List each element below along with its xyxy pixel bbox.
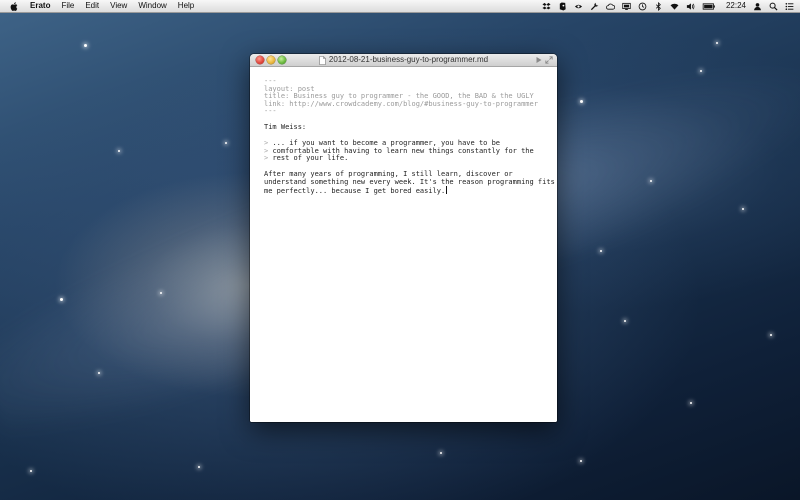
front-matter: --- layout: post title: Business guy to … xyxy=(264,77,549,116)
star xyxy=(650,180,652,182)
spotlight-icon[interactable] xyxy=(769,2,778,11)
front-matter-line: --- xyxy=(264,107,277,116)
menu-window[interactable]: Window xyxy=(138,0,166,12)
menubar-clock[interactable]: 22:24 xyxy=(726,0,746,12)
wifi-icon[interactable] xyxy=(670,2,679,11)
fullscreen-icon[interactable] xyxy=(545,56,553,64)
notification-center-icon[interactable] xyxy=(785,2,794,11)
apple-menu-icon[interactable] xyxy=(9,1,18,11)
battery-icon[interactable] xyxy=(702,2,716,11)
author-text: Tim Weiss: xyxy=(264,123,307,131)
window-title-area: 2012-08-21-business-guy-to-programmer.md xyxy=(250,54,557,66)
star xyxy=(580,100,583,103)
star xyxy=(60,298,63,301)
star xyxy=(770,334,772,336)
star xyxy=(742,208,744,210)
menu-file[interactable]: File xyxy=(61,0,74,12)
status-area: 22:24 xyxy=(535,0,794,12)
star xyxy=(700,70,702,72)
quote-marker: > xyxy=(264,154,269,163)
display-icon[interactable] xyxy=(622,2,631,11)
menu-edit[interactable]: Edit xyxy=(85,0,99,12)
volume-icon[interactable] xyxy=(686,2,695,11)
star xyxy=(198,466,200,468)
text-cursor xyxy=(446,186,448,195)
star xyxy=(716,42,718,44)
user-icon[interactable] xyxy=(753,2,762,11)
wrench-icon[interactable] xyxy=(590,2,599,11)
quote-text: rest of your life. xyxy=(272,154,349,163)
star xyxy=(225,142,227,144)
paragraph-last-text: me perfectly... because I get bored easi… xyxy=(264,187,446,196)
window-titlebar[interactable]: 2012-08-21-business-guy-to-programmer.md xyxy=(250,54,557,67)
document-icon[interactable] xyxy=(319,55,326,65)
menu-bar: Erato File Edit View Window Help 22:24 xyxy=(0,0,800,13)
star xyxy=(160,292,162,294)
editor-window: 2012-08-21-business-guy-to-programmer.md… xyxy=(250,54,557,422)
paragraph: After many years of programming, I still… xyxy=(264,170,555,196)
evernote-icon[interactable] xyxy=(558,1,567,11)
star xyxy=(690,402,692,404)
menu-view[interactable]: View xyxy=(110,0,127,12)
star xyxy=(84,44,87,47)
star xyxy=(624,320,626,322)
window-title: 2012-08-21-business-guy-to-programmer.md xyxy=(328,55,489,64)
dropbox-icon[interactable] xyxy=(542,2,551,11)
preview-toggle-icon[interactable] xyxy=(535,56,543,64)
mail-icon[interactable] xyxy=(574,2,583,11)
star xyxy=(580,460,582,462)
star xyxy=(600,250,602,252)
titlebar-controls xyxy=(533,56,553,64)
menu-help[interactable]: Help xyxy=(178,0,194,12)
time-machine-icon[interactable] xyxy=(638,2,647,11)
quote-line: > rest of your life. xyxy=(264,154,549,163)
paragraph-line: understand something new every week. It'… xyxy=(264,177,555,186)
star xyxy=(440,452,442,454)
blockquote: > ... if you want to become a programmer… xyxy=(264,139,549,163)
paragraph-line: me perfectly... because I get bored easi… xyxy=(264,186,549,196)
bluetooth-icon[interactable] xyxy=(654,1,663,11)
star xyxy=(98,372,100,374)
star xyxy=(118,150,120,152)
star xyxy=(30,470,32,472)
cloud-icon[interactable] xyxy=(606,2,615,11)
menu-app-name[interactable]: Erato xyxy=(30,0,50,12)
markdown-editor[interactable]: --- layout: post title: Business guy to … xyxy=(250,67,557,422)
front-matter-line: link: http://www.crowdcademy.com/blog/#b… xyxy=(264,99,538,108)
author-line: Tim Weiss: xyxy=(264,123,549,132)
